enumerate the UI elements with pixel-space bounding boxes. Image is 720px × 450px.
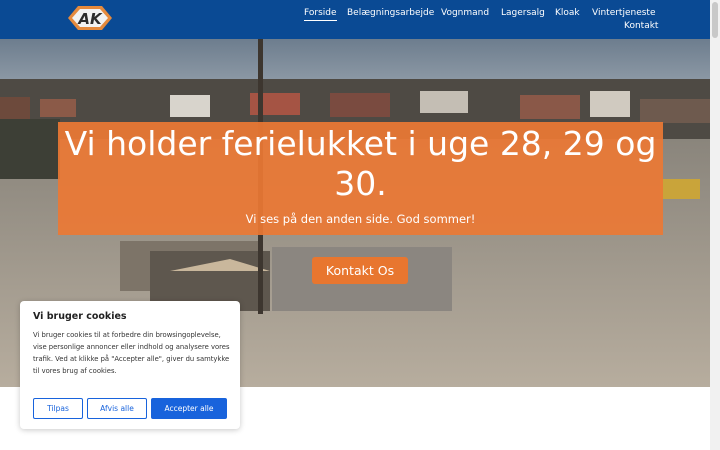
cookie-title: Vi bruger cookies [33, 311, 127, 322]
cookie-consent-dialog: Vi bruger cookies Vi bruger cookies til … [20, 301, 240, 429]
hero-subtext: Vi ses på den anden side. God sommer! [245, 212, 476, 226]
page-scrollbar[interactable] [710, 0, 720, 450]
reject-all-button[interactable]: Afvis alle [87, 398, 147, 419]
announcement-banner: Vi holder ferielukket i uge 28, 29 og 30… [58, 122, 663, 235]
logo-icon[interactable]: AK [64, 4, 114, 32]
nav-item-vognmand[interactable]: Vognmand [441, 7, 489, 19]
nav-item-belaegningsarbejde[interactable]: Belægningsarbejde [347, 7, 434, 19]
nav-item-forside[interactable]: Forside [304, 7, 337, 21]
nav-item-kontakt[interactable]: Kontakt [624, 20, 658, 32]
hero-headline: Vi holder ferielukket i uge 28, 29 og 30… [64, 124, 657, 203]
accept-all-button[interactable]: Accepter alle [151, 398, 227, 419]
scrollbar-thumb[interactable] [712, 2, 718, 38]
customize-button[interactable]: Tilpas [33, 398, 83, 419]
contact-button[interactable]: Kontakt Os [312, 257, 408, 284]
logo-text: AK [77, 10, 103, 28]
nav-item-lagersalg[interactable]: Lagersalg [501, 7, 545, 19]
top-navbar: AK Forside Belægningsarbejde Vognmand La… [0, 0, 710, 39]
cookie-text: Vi bruger cookies til at forbedre din br… [33, 331, 230, 375]
nav-item-vintertjeneste[interactable]: Vintertjeneste [592, 7, 656, 19]
nav-item-kloak[interactable]: Kloak [555, 7, 580, 19]
